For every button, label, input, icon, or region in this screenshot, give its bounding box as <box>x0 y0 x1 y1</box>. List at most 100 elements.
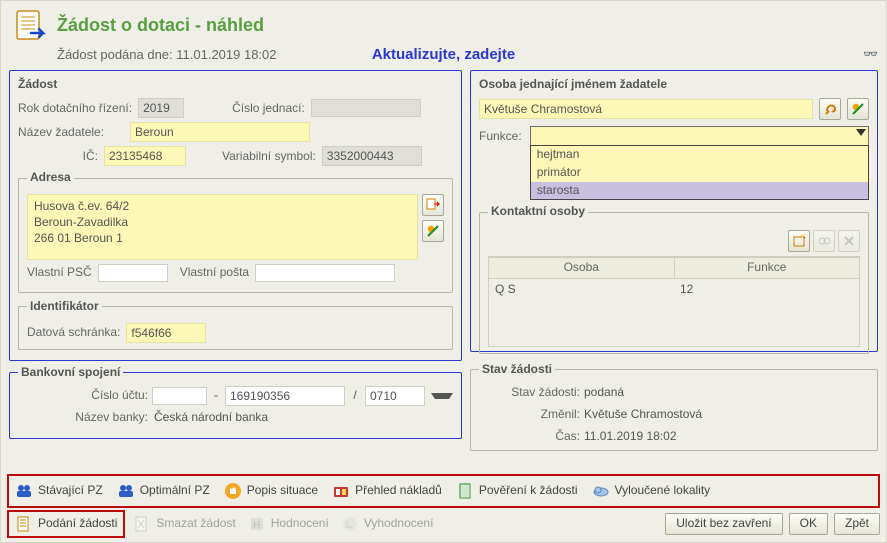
funkce-opt-starosta[interactable]: starosta <box>531 182 868 200</box>
tool-popis-situace[interactable]: Popis situace <box>224 482 318 500</box>
funkce-label: Funkce: <box>479 129 522 145</box>
contact-add-button[interactable] <box>788 230 810 252</box>
contact-del-button <box>838 230 860 252</box>
stav-legend: Stav žádosti <box>479 362 555 378</box>
ds-field[interactable]: f546f66 <box>126 323 206 343</box>
funkce-opt-hejtman[interactable]: hejtman <box>531 146 868 164</box>
t2-label: Optimální PZ <box>140 483 210 499</box>
cu-label: Číslo účtu: <box>18 388 148 404</box>
header: Žádost o dotaci - náhled Žádost podána d… <box>1 1 886 66</box>
save-button[interactable]: Uložit bez zavření <box>665 513 782 535</box>
cu-prefix[interactable] <box>152 387 207 405</box>
d3-label: Vyhodnocení <box>364 516 434 532</box>
tool-vyloucene-lokality[interactable]: Vyloučené lokality <box>592 482 711 500</box>
rok-field: 2019 <box>138 98 184 118</box>
vs-field: 3352000443 <box>322 146 422 166</box>
cu-code[interactable]: 0710 <box>365 386 425 406</box>
addr-pick-button[interactable] <box>422 194 444 216</box>
osoba-pick-button[interactable] <box>819 98 841 120</box>
b1-label: Podání žádosti <box>38 516 117 532</box>
kontakty-legend: Kontaktní osoby <box>488 204 588 220</box>
td-funkce: 12 <box>674 279 859 301</box>
rating-icon: H <box>248 515 266 533</box>
bank-name-label: Název banky: <box>18 410 148 426</box>
osoba-box: Osoba jednající jménem žadatele Květuše … <box>470 70 878 352</box>
page-title: Žádost o dotaci - náhled <box>57 14 264 37</box>
stav-label: Stav žádosti: <box>479 385 584 401</box>
stav-value: podaná <box>584 385 869 401</box>
cu-main[interactable]: 169190356 <box>225 386 345 406</box>
cj-field <box>311 99 421 117</box>
t1-label: Stávající PZ <box>38 483 103 499</box>
hodnoceni-button: H Hodnocení <box>248 515 329 533</box>
adresa-fieldset: Adresa Husova č.ev. 64/2 Beroun-Zavadilk… <box>18 170 453 293</box>
adresa-box: Husova č.ev. 64/2 Beroun-Zavadilka 266 0… <box>27 194 418 260</box>
osoba-legend: Osoba jednající jménem žadatele <box>479 77 869 93</box>
cost-icon <box>332 482 350 500</box>
people-icon <box>15 482 33 500</box>
smazat-zadost-button: Smazat žádost <box>133 515 235 533</box>
stav-fieldset: Stav žádosti Stav žádosti: podaná Změnil… <box>470 362 878 451</box>
bank-legend: Bankovní spojení <box>18 365 123 381</box>
zmenil-value: Květuše Chramostová <box>584 407 869 423</box>
cas-label: Čas: <box>479 429 584 445</box>
osoba-edit-button[interactable] <box>847 98 869 120</box>
funkce-dropdown[interactable] <box>530 126 869 146</box>
t3-label: Popis situace <box>247 483 318 499</box>
button-bar: Podání žádosti Smazat žádost H Hodnocení… <box>7 510 880 538</box>
tool-prehled-nakladu[interactable]: Přehled nákladů <box>332 482 442 500</box>
psc-field[interactable] <box>98 264 168 282</box>
table-row[interactable]: Q S 12 <box>489 279 859 301</box>
tool-optimalni-pz[interactable]: Optimální PZ <box>117 482 210 500</box>
cu-sep2: / <box>349 388 361 404</box>
app-icon <box>11 7 49 45</box>
back-button[interactable]: Zpět <box>834 513 880 535</box>
funkce-dropdown-list: hejtman primátor starosta <box>530 145 869 200</box>
d2-label: Hodnocení <box>271 516 329 532</box>
ic-label: IČ: <box>18 149 98 165</box>
t4-label: Přehled nákladů <box>355 483 442 499</box>
ds-label: Datová schránka: <box>27 325 120 341</box>
t5-label: Pověření k žádosti <box>479 483 578 499</box>
d1-label: Smazat žádost <box>156 516 235 532</box>
funkce-opt-primator[interactable]: primátor <box>531 164 868 182</box>
addr-edit-button[interactable] <box>422 220 444 242</box>
contact-view-button <box>813 230 835 252</box>
rok-label: Rok dotačního řízení: <box>18 101 132 117</box>
podani-zadosti-button[interactable]: Podání žádosti <box>15 515 117 533</box>
toolbar: Stávající PZ Optimální PZ Popis situace … <box>7 474 880 508</box>
vs-label: Variabilní symbol: <box>222 149 316 165</box>
glasses-icon[interactable]: 👓 <box>863 47 878 63</box>
ic-field[interactable]: 23135468 <box>104 146 186 166</box>
cloud-icon <box>592 482 610 500</box>
tool-povereni[interactable]: Pověření k žádosti <box>456 482 578 500</box>
ok-button[interactable]: OK <box>789 513 828 535</box>
zmenil-label: Změnil: <box>479 407 584 423</box>
delete-icon <box>133 515 151 533</box>
tool-stavajici-pz[interactable]: Stávající PZ <box>15 482 103 500</box>
nazev-label: Název žadatele: <box>18 125 124 141</box>
svg-text:H: H <box>253 520 260 531</box>
contacts-table: Osoba Funkce Q S 12 <box>488 256 860 347</box>
psc-label: Vlastní PSČ <box>27 265 92 281</box>
zadost-legend: Žádost <box>18 77 453 93</box>
cas-value: 11.01.2019 18:02 <box>584 429 869 445</box>
td-osoba: Q S <box>489 279 674 301</box>
posta-field[interactable] <box>255 264 395 282</box>
cj-label: Číslo jednací: <box>232 101 305 117</box>
th-funkce: Funkce <box>675 258 860 278</box>
addr-l3: 266 01 Beroun 1 <box>34 230 411 246</box>
kontakty-fieldset: Kontaktní osoby Osoba Funkce <box>479 204 869 354</box>
people-icon <box>117 482 135 500</box>
nazev-field[interactable]: Beroun <box>130 122 310 142</box>
bank-fieldset: Bankovní spojení Číslo účtu: - 169190356… <box>9 365 462 439</box>
cu-code-dropdown[interactable] <box>431 393 453 399</box>
ident-legend: Identifikátor <box>27 299 102 315</box>
osoba-name-field[interactable]: Květuše Chramostová <box>479 99 813 119</box>
chevron-down-icon <box>856 129 866 136</box>
notify-text: Aktualizujte, zadejte <box>1 45 886 65</box>
cu-sep1: - <box>211 388 221 404</box>
addr-l2: Beroun-Zavadilka <box>34 214 411 230</box>
ident-fieldset: Identifikátor Datová schránka: f546f66 <box>18 299 453 350</box>
adresa-legend: Adresa <box>27 170 74 186</box>
